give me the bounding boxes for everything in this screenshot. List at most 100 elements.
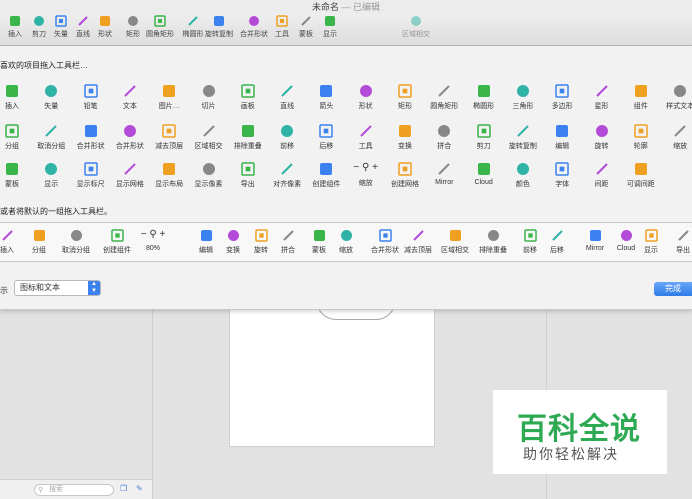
toolbar-item[interactable]: 后移 [306,124,346,151]
toolbar-item[interactable]: 显示像素 [189,162,229,189]
toolbar-label: 椭圆形 [182,31,204,38]
toolbar-shape-button[interactable]: 形状 [93,15,117,39]
toolbar-item[interactable]: 插入 [0,84,32,111]
toolbar-item[interactable]: 铅笔 [71,84,111,111]
toolbar-item[interactable]: 多边形 [542,84,582,111]
toolbar-display-button[interactable]: 显示 [318,15,342,39]
toolbar-item-icon [398,124,412,138]
toolbar-item[interactable]: 工具 [346,124,386,151]
toolbar-item[interactable]: 三角形 [503,84,543,111]
toolbar-item[interactable]: 画板 [228,84,268,111]
default-toolbar-item: − ⚲ + 80% [140,229,166,252]
show-mode-value: 图标和文本 [20,283,60,292]
default-item-label: 显示 [644,247,658,254]
toolbar-area-button[interactable]: 区域相交 [398,15,434,39]
toolbar-item-icon [44,162,58,176]
done-button[interactable]: 完成 [654,282,692,296]
toolbar-item[interactable]: 形状 [346,84,386,111]
toolbar-item[interactable]: 显示 [31,162,71,189]
toolbar-item[interactable]: 圆角矩形 [424,84,464,111]
toolbar-item[interactable]: − ⚲ + 缩放 [346,162,386,188]
toolbar-item[interactable]: 图片… [149,84,189,111]
toolbar-item[interactable]: 显示布局 [149,162,189,189]
toolbar-insert-button[interactable]: 插入 [3,15,27,39]
toolbar-item[interactable]: 编辑 [542,124,582,151]
toolbar-item[interactable]: 减去顶层 [149,124,189,151]
toolbar-item[interactable]: 组件 [621,84,661,111]
toolbar-item[interactable]: 旋转复制 [503,124,543,151]
default-toolbar-item: 导出 [670,229,692,255]
toolbar-item[interactable]: 显示网格 [110,162,150,189]
toolbar-rect-button[interactable]: 矩形 [121,15,145,39]
show-mode-select[interactable]: 图标和文本 ▲ ▼ [14,280,101,296]
toolbar-item[interactable]: 分组 [0,124,32,151]
toolbar-label: 插入 [8,31,22,38]
toolbar-item-label: 减去顶层 [155,143,184,150]
toolbar-item-icon [673,124,687,138]
toolbar-item[interactable]: 取消分组 [31,124,71,151]
toolbar-item[interactable]: 剪刀 [464,124,504,151]
toolbar-item[interactable]: 排除重叠 [228,124,268,151]
default-item-icon [487,229,500,242]
default-item-label: 后移 [550,247,564,254]
toolbar-item[interactable]: 旋转 [582,124,622,151]
search-input[interactable]: ⚲ 搜索 [34,484,114,496]
default-item-label: 创建组件 [103,247,131,254]
toolbar-item[interactable]: 间距 [582,162,622,189]
toolbar-item[interactable]: 显示标尺 [71,162,111,189]
toolbar-item[interactable]: 椭圆形 [464,84,504,111]
toolbar-item[interactable]: Mirror [424,162,464,186]
default-toolbar-item: 拼合 [275,229,301,255]
edit-icon[interactable]: ✎ [136,484,143,493]
toolbar-line-button[interactable]: 直线 [71,15,95,39]
toolbar-item[interactable]: Cloud [464,162,504,186]
toolbar-item[interactable]: 文本 [110,84,150,111]
toolbar-item[interactable]: 矢量 [31,84,71,111]
toolbar-item[interactable]: 变换 [385,124,425,151]
toolbar-item[interactable]: 缩放 [660,124,692,151]
default-item-icon [313,229,326,242]
toolbar-item[interactable]: 区域相交 [189,124,229,151]
toolbar-tools-button[interactable]: 工具 [270,15,294,39]
default-item-icon [412,229,425,242]
toolbar-vector-button[interactable]: 矢量 [49,15,73,39]
toolbar-item[interactable]: 创建组件 [306,162,346,189]
toolbar-item-icon [5,124,19,138]
toolbar-item[interactable]: 字体 [542,162,582,189]
toolbar-item[interactable]: 对齐像素 [267,162,307,189]
toolbar-item[interactable]: 轮廓 [621,124,661,151]
toolbar-item[interactable]: 箭头 [306,84,346,111]
toolbar-combine-button[interactable]: 合并形状 [237,15,271,39]
toolbar-item-icon [162,162,176,176]
toolbar-item-icon [673,84,687,98]
default-item-icon [200,229,213,242]
artboard[interactable] [229,300,435,447]
toolbar-item[interactable]: 导出 [228,162,268,189]
toolbar-rotatecopy-button[interactable]: 旋转复制 [202,15,236,39]
toolbar-item[interactable]: 直线 [267,84,307,111]
default-toolbar-item: 创建组件 [96,229,138,255]
toolbar-item[interactable]: 合并形状 [71,124,111,151]
toolbar-item-label: 缩放 [358,180,373,187]
default-item-icon [378,229,392,242]
toolbar-item[interactable]: 样式文本 [660,84,692,111]
default-toolbar-set[interactable]: 插入 分组 取消分组 创建组件 − ⚲ + 80% 编辑 变换 旋转 拼合 蒙板 缩放 合并形状 减去顶层… [0,222,692,262]
toolbar-item[interactable]: 前移 [267,124,307,151]
toolbar-item[interactable]: 创建网格 [385,162,425,189]
toolbar-item-label: 剪刀 [476,143,491,150]
pages-icon[interactable]: ❐ [120,484,127,493]
toolbar-item[interactable]: 矩形 [385,84,425,111]
default-item-label: 前移 [523,247,537,254]
toolbar-roundrect-button[interactable]: 圆角矩形 [143,15,177,39]
toolbar-item[interactable]: 颜色 [503,162,543,189]
toolbar-item[interactable]: 拼合 [424,124,464,151]
toolbar-item[interactable]: 合并形状 [110,124,150,151]
toolbar-item[interactable]: 星形 [582,84,622,111]
toolbar-item[interactable]: 切片 [189,84,229,111]
toolbar-item[interactable]: 蒙板 [0,162,32,189]
toolbar-mask-button[interactable]: 蒙板 [294,15,318,39]
toolbar-scissors-button[interactable]: 剪刀 [27,15,51,39]
toolbar-item[interactable]: 可调间距 [621,162,661,189]
default-item-icon [282,229,295,242]
toolbar-item-icon [123,162,137,176]
